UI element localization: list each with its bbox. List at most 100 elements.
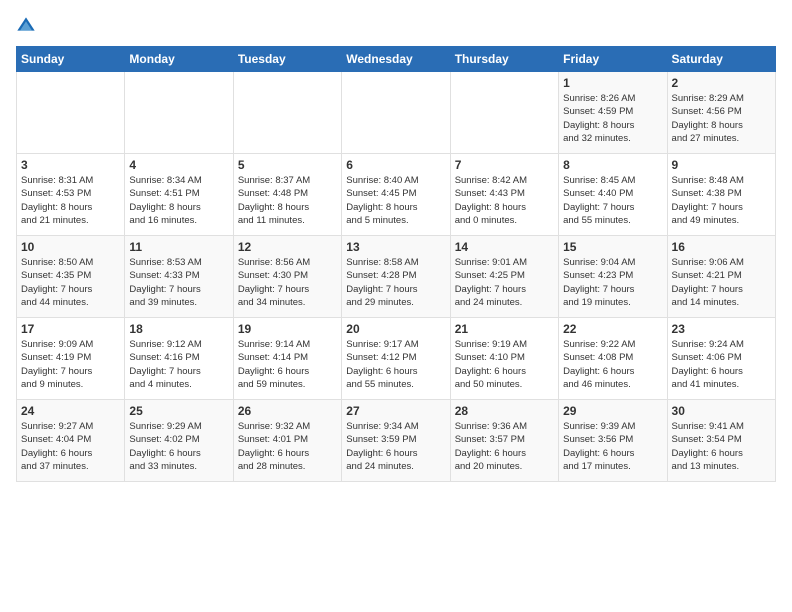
day-number: 29	[563, 404, 662, 418]
day-number: 4	[129, 158, 228, 172]
calendar-cell	[342, 72, 450, 154]
calendar-table: SundayMondayTuesdayWednesdayThursdayFrid…	[16, 46, 776, 482]
day-number: 1	[563, 76, 662, 90]
calendar-cell: 30 Sunrise: 9:41 AM Sunset: 3:54 PM Dayli…	[667, 400, 775, 482]
day-info: Sunrise: 9:06 AM Sunset: 4:21 PM Dayligh…	[672, 256, 771, 309]
day-number: 8	[563, 158, 662, 172]
calendar-cell: 15 Sunrise: 9:04 AM Sunset: 4:23 PM Dayli…	[559, 236, 667, 318]
calendar-cell: 28 Sunrise: 9:36 AM Sunset: 3:57 PM Dayli…	[450, 400, 558, 482]
header-day-thursday: Thursday	[450, 47, 558, 72]
day-number: 3	[21, 158, 120, 172]
day-info: Sunrise: 8:42 AM Sunset: 4:43 PM Dayligh…	[455, 174, 554, 227]
day-info: Sunrise: 9:29 AM Sunset: 4:02 PM Dayligh…	[129, 420, 228, 473]
day-info: Sunrise: 9:22 AM Sunset: 4:08 PM Dayligh…	[563, 338, 662, 391]
header-row: SundayMondayTuesdayWednesdayThursdayFrid…	[17, 47, 776, 72]
calendar-body: 1 Sunrise: 8:26 AM Sunset: 4:59 PM Daylig…	[17, 72, 776, 482]
header-day-sunday: Sunday	[17, 47, 125, 72]
day-info: Sunrise: 9:04 AM Sunset: 4:23 PM Dayligh…	[563, 256, 662, 309]
day-info: Sunrise: 9:09 AM Sunset: 4:19 PM Dayligh…	[21, 338, 120, 391]
day-number: 13	[346, 240, 445, 254]
calendar-week-1: 3 Sunrise: 8:31 AM Sunset: 4:53 PM Daylig…	[17, 154, 776, 236]
calendar-cell: 3 Sunrise: 8:31 AM Sunset: 4:53 PM Daylig…	[17, 154, 125, 236]
logo	[16, 16, 40, 36]
day-number: 5	[238, 158, 337, 172]
day-info: Sunrise: 9:19 AM Sunset: 4:10 PM Dayligh…	[455, 338, 554, 391]
header-day-monday: Monday	[125, 47, 233, 72]
calendar-cell: 4 Sunrise: 8:34 AM Sunset: 4:51 PM Daylig…	[125, 154, 233, 236]
calendar-cell: 7 Sunrise: 8:42 AM Sunset: 4:43 PM Daylig…	[450, 154, 558, 236]
header-day-tuesday: Tuesday	[233, 47, 341, 72]
calendar-cell: 12 Sunrise: 8:56 AM Sunset: 4:30 PM Dayli…	[233, 236, 341, 318]
day-number: 19	[238, 322, 337, 336]
day-number: 26	[238, 404, 337, 418]
calendar-week-0: 1 Sunrise: 8:26 AM Sunset: 4:59 PM Daylig…	[17, 72, 776, 154]
day-number: 20	[346, 322, 445, 336]
day-number: 12	[238, 240, 337, 254]
day-info: Sunrise: 8:37 AM Sunset: 4:48 PM Dayligh…	[238, 174, 337, 227]
day-info: Sunrise: 8:29 AM Sunset: 4:56 PM Dayligh…	[672, 92, 771, 145]
day-info: Sunrise: 8:40 AM Sunset: 4:45 PM Dayligh…	[346, 174, 445, 227]
calendar-cell: 17 Sunrise: 9:09 AM Sunset: 4:19 PM Dayli…	[17, 318, 125, 400]
calendar-week-2: 10Sunrise: 8:50 AM Sunset: 4:35 PM Dayli…	[17, 236, 776, 318]
day-info: Sunrise: 9:36 AM Sunset: 3:57 PM Dayligh…	[455, 420, 554, 473]
day-number: 22	[563, 322, 662, 336]
calendar-cell: 26Sunrise: 9:32 AM Sunset: 4:01 PM Dayli…	[233, 400, 341, 482]
day-number: 2	[672, 76, 771, 90]
day-number: 28	[455, 404, 554, 418]
calendar-cell: 23 Sunrise: 9:24 AM Sunset: 4:06 PM Dayli…	[667, 318, 775, 400]
calendar-cell: 16 Sunrise: 9:06 AM Sunset: 4:21 PM Dayli…	[667, 236, 775, 318]
calendar-cell	[125, 72, 233, 154]
header-day-saturday: Saturday	[667, 47, 775, 72]
calendar-cell: 9Sunrise: 8:48 AM Sunset: 4:38 PM Daylig…	[667, 154, 775, 236]
calendar-cell: 21Sunrise: 9:19 AM Sunset: 4:10 PM Dayli…	[450, 318, 558, 400]
day-number: 14	[455, 240, 554, 254]
day-info: Sunrise: 9:39 AM Sunset: 3:56 PM Dayligh…	[563, 420, 662, 473]
calendar-cell: 24 Sunrise: 9:27 AM Sunset: 4:04 PM Dayli…	[17, 400, 125, 482]
calendar-cell: 25 Sunrise: 9:29 AM Sunset: 4:02 PM Dayli…	[125, 400, 233, 482]
day-number: 15	[563, 240, 662, 254]
day-info: Sunrise: 9:27 AM Sunset: 4:04 PM Dayligh…	[21, 420, 120, 473]
calendar-cell: 22 Sunrise: 9:22 AM Sunset: 4:08 PM Dayli…	[559, 318, 667, 400]
day-info: Sunrise: 8:31 AM Sunset: 4:53 PM Dayligh…	[21, 174, 120, 227]
day-info: Sunrise: 9:12 AM Sunset: 4:16 PM Dayligh…	[129, 338, 228, 391]
calendar-cell: 1 Sunrise: 8:26 AM Sunset: 4:59 PM Daylig…	[559, 72, 667, 154]
day-info: Sunrise: 9:14 AM Sunset: 4:14 PM Dayligh…	[238, 338, 337, 391]
calendar-cell: 6Sunrise: 8:40 AM Sunset: 4:45 PM Daylig…	[342, 154, 450, 236]
calendar-cell: 20 Sunrise: 9:17 AM Sunset: 4:12 PM Dayli…	[342, 318, 450, 400]
day-number: 23	[672, 322, 771, 336]
calendar-cell: 18 Sunrise: 9:12 AM Sunset: 4:16 PM Dayli…	[125, 318, 233, 400]
logo-icon	[16, 16, 36, 36]
header-day-wednesday: Wednesday	[342, 47, 450, 72]
calendar-week-3: 17 Sunrise: 9:09 AM Sunset: 4:19 PM Dayli…	[17, 318, 776, 400]
calendar-cell	[233, 72, 341, 154]
day-number: 10	[21, 240, 120, 254]
day-info: Sunrise: 8:48 AM Sunset: 4:38 PM Dayligh…	[672, 174, 771, 227]
calendar-week-4: 24 Sunrise: 9:27 AM Sunset: 4:04 PM Dayli…	[17, 400, 776, 482]
calendar-cell: 5 Sunrise: 8:37 AM Sunset: 4:48 PM Daylig…	[233, 154, 341, 236]
calendar-cell: 2 Sunrise: 8:29 AM Sunset: 4:56 PM Daylig…	[667, 72, 775, 154]
day-number: 17	[21, 322, 120, 336]
day-info: Sunrise: 9:17 AM Sunset: 4:12 PM Dayligh…	[346, 338, 445, 391]
day-info: Sunrise: 9:34 AM Sunset: 3:59 PM Dayligh…	[346, 420, 445, 473]
day-number: 27	[346, 404, 445, 418]
day-info: Sunrise: 8:34 AM Sunset: 4:51 PM Dayligh…	[129, 174, 228, 227]
day-info: Sunrise: 9:24 AM Sunset: 4:06 PM Dayligh…	[672, 338, 771, 391]
calendar-cell: 14 Sunrise: 9:01 AM Sunset: 4:25 PM Dayli…	[450, 236, 558, 318]
calendar-cell: 11Sunrise: 8:53 AM Sunset: 4:33 PM Dayli…	[125, 236, 233, 318]
header-day-friday: Friday	[559, 47, 667, 72]
day-info: Sunrise: 8:56 AM Sunset: 4:30 PM Dayligh…	[238, 256, 337, 309]
page-header	[16, 16, 776, 36]
calendar-cell: 19 Sunrise: 9:14 AM Sunset: 4:14 PM Dayli…	[233, 318, 341, 400]
day-info: Sunrise: 8:26 AM Sunset: 4:59 PM Dayligh…	[563, 92, 662, 145]
day-number: 25	[129, 404, 228, 418]
day-number: 18	[129, 322, 228, 336]
day-info: Sunrise: 8:53 AM Sunset: 4:33 PM Dayligh…	[129, 256, 228, 309]
day-info: Sunrise: 9:01 AM Sunset: 4:25 PM Dayligh…	[455, 256, 554, 309]
day-number: 30	[672, 404, 771, 418]
day-info: Sunrise: 9:41 AM Sunset: 3:54 PM Dayligh…	[672, 420, 771, 473]
day-number: 16	[672, 240, 771, 254]
calendar-cell: 13Sunrise: 8:58 AM Sunset: 4:28 PM Dayli…	[342, 236, 450, 318]
day-number: 24	[21, 404, 120, 418]
day-number: 7	[455, 158, 554, 172]
calendar-cell: 27 Sunrise: 9:34 AM Sunset: 3:59 PM Dayli…	[342, 400, 450, 482]
